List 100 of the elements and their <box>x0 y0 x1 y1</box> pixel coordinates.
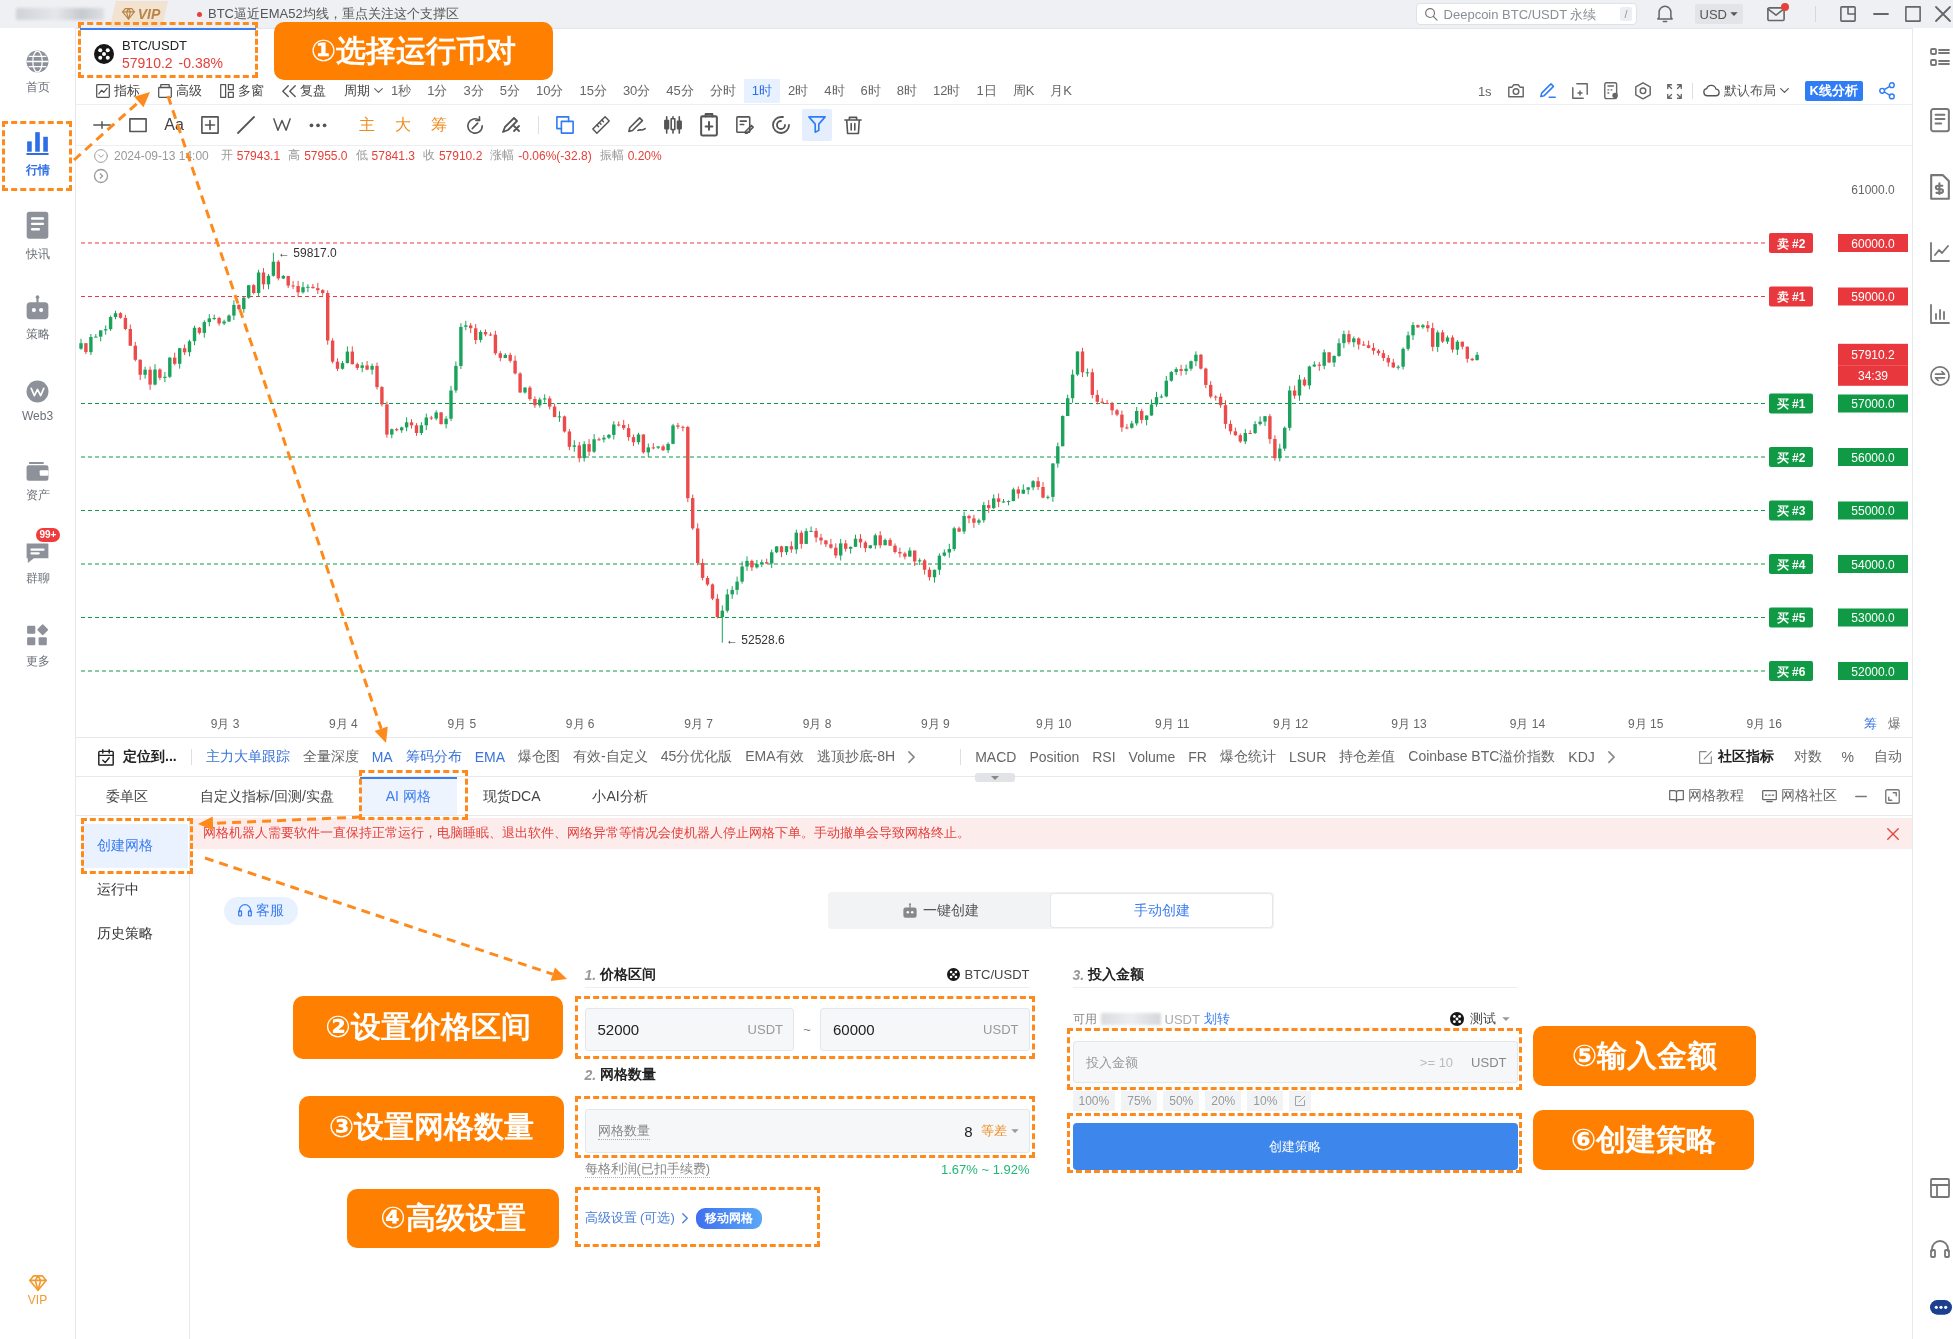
panel-link[interactable]: 网格教程 <box>1669 787 1744 805</box>
layout-icon[interactable] <box>1930 1178 1950 1199</box>
close-icon[interactable] <box>1935 6 1951 22</box>
indicator-tab[interactable]: KDJ <box>1568 749 1595 765</box>
interval-tab[interactable]: 月K <box>1042 79 1081 103</box>
ruler-icon[interactable] <box>592 116 610 134</box>
fullscreen-icon[interactable] <box>1666 83 1682 99</box>
analysis-button[interactable]: K线分析 <box>1804 81 1863 101</box>
grid-count-input[interactable]: 8 <box>657 1122 973 1140</box>
indicator-tab[interactable]: LSUR <box>1288 749 1327 765</box>
add-frame-icon[interactable] <box>1571 83 1588 99</box>
interval-tab[interactable]: 12时 <box>925 79 969 103</box>
indicator-tab[interactable]: 筹码分布 <box>405 748 462 766</box>
interval-tab[interactable]: 1时 <box>743 79 781 103</box>
chevron-right-icon[interactable] <box>1607 750 1615 764</box>
interval-tab[interactable]: 6时 <box>852 79 889 103</box>
interval-tab[interactable]: 30分 <box>614 79 659 103</box>
currency-dropdown[interactable]: USD <box>1694 4 1743 24</box>
scale-option[interactable]: 自动 <box>1874 748 1902 766</box>
indicator-tab[interactable]: EMA有效 <box>745 748 804 766</box>
toolbar-button[interactable]: 指标 <box>96 82 140 100</box>
panel-tab[interactable]: 小AI分析 <box>566 777 674 815</box>
create-strategy-button[interactable]: 创建策略 <box>1072 1123 1518 1170</box>
panel-tab[interactable]: 现货DCA <box>456 777 567 815</box>
interval-tab[interactable]: 45分 <box>658 79 702 103</box>
account-dropdown[interactable]: 测试 <box>1449 1010 1510 1028</box>
pen-icon[interactable] <box>628 117 646 133</box>
nav-item[interactable]: 行情 <box>0 114 75 196</box>
price-input[interactable]: 52000 <box>597 1021 740 1038</box>
headset-icon[interactable] <box>1930 1240 1950 1259</box>
more-icon[interactable] <box>309 122 327 128</box>
advanced-settings-link[interactable]: 高级设置 (可选) <box>584 1209 688 1227</box>
grid-nav-item[interactable]: 创建网格 <box>82 824 188 868</box>
interval-tab[interactable]: 1分 <box>419 79 456 103</box>
indicator-tab[interactable]: 有效-自定义 <box>573 748 648 766</box>
indicator-tab[interactable]: MA <box>371 749 393 765</box>
clipboard-icon[interactable] <box>700 113 718 137</box>
indicator-tab[interactable]: MACD <box>975 749 1017 765</box>
indicator-tab[interactable]: EMA <box>474 749 505 765</box>
interval-tab[interactable]: 5分 <box>491 79 528 103</box>
search-input[interactable]: Deepcoin BTC/USDT 永续 <box>1443 6 1615 22</box>
document-icon[interactable] <box>1930 108 1950 133</box>
line-chart-icon[interactable] <box>1930 242 1950 263</box>
nav-item[interactable]: 策略 <box>0 278 75 360</box>
mode-option[interactable]: 一键创建 <box>830 894 1051 927</box>
interval-tab[interactable]: 8时 <box>888 79 925 103</box>
mode-option[interactable]: 手动创建 <box>1051 894 1272 927</box>
indicator-tab[interactable]: Volume <box>1128 749 1176 765</box>
camera-icon[interactable] <box>1507 84 1524 98</box>
minimize-icon[interactable] <box>1855 794 1867 798</box>
nav-item[interactable]: 群聊 99+ <box>0 524 75 606</box>
horizontal-line-icon[interactable] <box>93 120 111 130</box>
edit-icon[interactable] <box>1698 750 1712 764</box>
panel-link[interactable]: 网格社区 <box>1762 787 1837 805</box>
toolbar-button[interactable]: 高级 <box>158 82 202 100</box>
news-headline[interactable]: BTC逼近EMA52均线，重点关注这个支撑区 <box>208 5 459 23</box>
expand-icon[interactable] <box>1885 788 1900 804</box>
maximize-icon[interactable] <box>1905 6 1921 22</box>
zigzag-icon[interactable] <box>273 118 291 132</box>
chat-bubble-icon[interactable] <box>1930 1300 1952 1315</box>
collapse-handle-icon[interactable] <box>975 773 1015 782</box>
trend-line-icon[interactable] <box>237 116 255 134</box>
popout-icon[interactable] <box>1840 6 1856 22</box>
list-icon[interactable] <box>1930 48 1950 66</box>
settings-icon[interactable] <box>1634 82 1651 100</box>
transfer-link[interactable]: 划转 <box>1203 1010 1230 1028</box>
indicator-tab[interactable]: 逃顶抄底-8H <box>816 748 896 766</box>
grid-nav-item[interactable]: 历史策略 <box>82 912 188 956</box>
refresh-rate-button[interactable]: 1s <box>1477 83 1492 99</box>
minimize-icon[interactable] <box>1873 12 1889 16</box>
chart-tool-toggle[interactable]: 筹 <box>1864 716 1877 731</box>
add-box-icon[interactable] <box>201 116 219 134</box>
nav-item[interactable]: 更多 <box>0 606 75 688</box>
indicator-tab[interactable]: RSI <box>1092 749 1116 765</box>
bar-chart-icon[interactable] <box>1930 304 1950 325</box>
scale-option[interactable]: % <box>1841 749 1854 765</box>
filter-icon[interactable] <box>802 109 832 141</box>
invoice-icon[interactable] <box>1930 174 1950 201</box>
indicator-tab[interactable]: Position <box>1029 749 1080 765</box>
price-field[interactable]: 52000 USDT <box>584 1008 794 1051</box>
indicator-tab[interactable]: FR <box>1188 749 1207 765</box>
close-icon[interactable] <box>1887 827 1899 840</box>
expand-icon[interactable] <box>93 168 109 184</box>
mail-icon[interactable] <box>1767 6 1785 22</box>
interval-tab[interactable]: 15分 <box>571 79 615 103</box>
custom-percent-button[interactable] <box>1289 1091 1312 1111</box>
nav-item[interactable]: 首页 <box>0 32 75 114</box>
price-field[interactable]: 60000 USDT <box>820 1008 1030 1051</box>
chevron-right-icon[interactable] <box>908 750 916 764</box>
chart-tool-toggle[interactable]: 爆 <box>1888 716 1901 731</box>
exchange-icon[interactable] <box>1930 366 1950 387</box>
grid-nav-item[interactable]: 运行中 <box>82 868 188 912</box>
grid-count-field[interactable]: 网格数量 8 等差 <box>584 1109 1030 1153</box>
panel-tab[interactable]: 委单区 <box>80 777 174 815</box>
symbol-tab[interactable]: BTC/USDT 57910.2 -0.38% <box>80 28 256 78</box>
support-button[interactable]: 客服 <box>224 896 298 925</box>
toolbar-button[interactable]: 复盘 <box>282 82 326 100</box>
rotate-pen-icon[interactable] <box>466 115 484 135</box>
calculator-icon[interactable] <box>1603 82 1619 100</box>
amount-field[interactable]: 投入金额 >= 10 USDT <box>1072 1041 1518 1083</box>
